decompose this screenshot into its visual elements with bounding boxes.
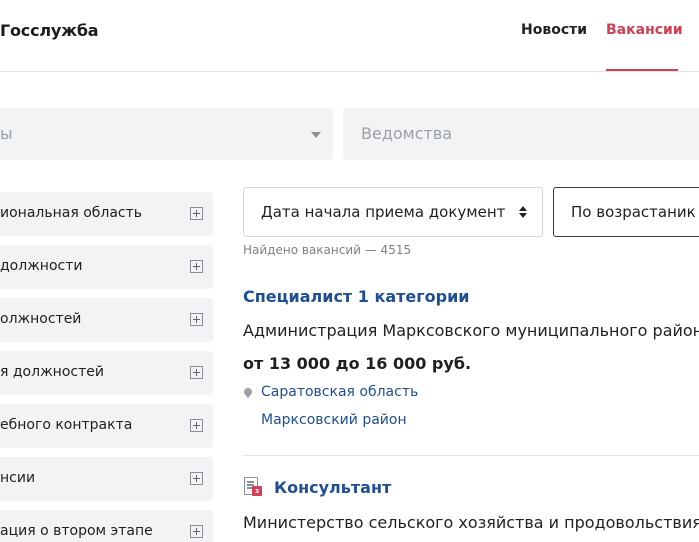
sidebar-item-contract[interactable]: ебного контракта: [0, 404, 213, 448]
vacancy-region[interactable]: Саратовская область: [261, 384, 418, 400]
sidebar-item-label: иональная область: [0, 205, 143, 221]
document-badge: з: [252, 486, 262, 496]
vacancy-title[interactable]: Консультант: [274, 478, 391, 497]
expand-icon[interactable]: [190, 525, 203, 538]
nav-news[interactable]: Новости: [521, 22, 587, 38]
vacancy-salary: от 13 000 до 16 000 руб.: [243, 354, 472, 373]
sidebar-item-label: должности: [0, 258, 83, 274]
sidebar-item-label: я должностей: [0, 364, 104, 380]
nav-vacancies[interactable]: Вакансии: [606, 22, 683, 38]
vacancy-organization: Министерство сельского хозяйства и продо…: [243, 513, 699, 532]
sidebar-item-label: нсии: [0, 470, 36, 486]
filter-departments-placeholder: Ведомства: [361, 124, 453, 143]
sort-order-value: По возрастаник: [571, 203, 696, 221]
expand-icon[interactable]: [190, 207, 203, 220]
sort-field-select[interactable]: Дата начала приема документ: [243, 187, 543, 237]
expand-icon[interactable]: [190, 366, 203, 379]
sidebar-item-label: олжностей: [0, 311, 82, 327]
chevron-down-icon: [311, 132, 321, 138]
expand-icon[interactable]: [190, 260, 203, 273]
vacancy-district[interactable]: Марксовский район: [261, 412, 407, 428]
sidebar-item-second-stage[interactable]: ация о втором этапе: [0, 510, 213, 542]
sidebar-item-label: ебного контракта: [0, 417, 133, 433]
vacancy-title[interactable]: Специалист 1 категории: [243, 287, 469, 306]
sort-arrows-icon: [519, 204, 528, 220]
expand-icon[interactable]: [190, 313, 203, 326]
card-divider: [243, 455, 699, 456]
filter-select-1[interactable]: ы: [0, 108, 333, 160]
filter-departments[interactable]: Ведомства: [343, 108, 699, 160]
site-header: Госслужба Новости Вакансии: [0, 0, 699, 72]
vacancy-organization: Администрация Марксовского муниципальног…: [243, 321, 699, 340]
filter-select-1-placeholder: ы: [0, 124, 13, 143]
sidebar-item-position-group[interactable]: олжностей: [0, 298, 213, 342]
sidebar-item-vacancy[interactable]: нсии: [0, 457, 213, 501]
sidebar-item-region[interactable]: иональная область: [0, 192, 213, 236]
expand-icon[interactable]: [190, 419, 203, 432]
sidebar-item-position[interactable]: должности: [0, 245, 213, 289]
nav-active-indicator: [606, 69, 678, 71]
results-count: Найдено вакансий — 4515: [243, 243, 412, 257]
expand-icon[interactable]: [190, 472, 203, 485]
sidebar-item-label: ация о втором этапе: [0, 523, 153, 539]
sort-field-value: Дата начала приема документ: [261, 203, 506, 221]
site-logo[interactable]: Госслужба: [0, 21, 99, 40]
sort-order-select[interactable]: По возрастаник: [553, 187, 699, 237]
sidebar-item-position-category[interactable]: я должностей: [0, 351, 213, 395]
